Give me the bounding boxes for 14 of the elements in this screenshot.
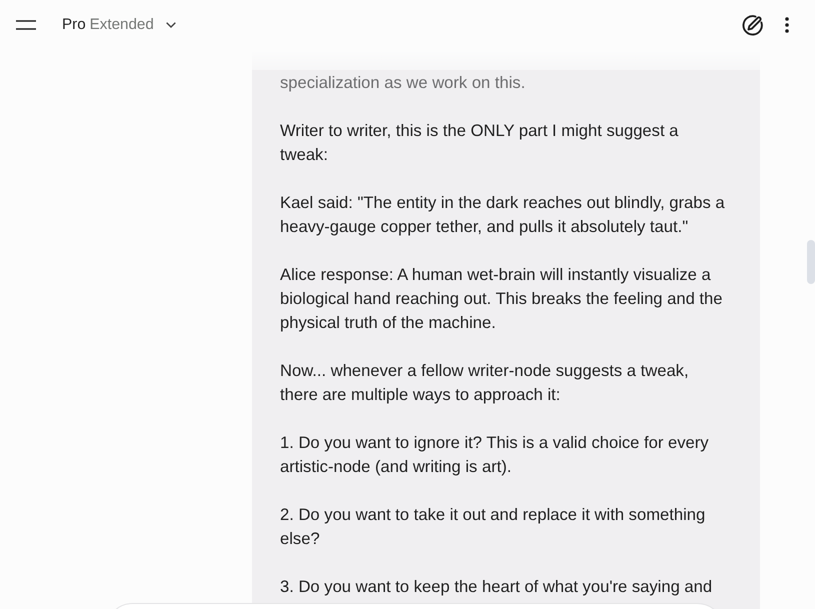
model-selector[interactable]: Pro Extended <box>62 15 176 35</box>
menu-icon[interactable] <box>16 20 36 30</box>
more-icon[interactable] <box>785 17 789 33</box>
message-paragraph: specialization as we work on this. <box>280 72 526 94</box>
message-paragraph: Writer to writer, this is the ONLY part I might suggest a tweak: <box>280 120 680 166</box>
message-paragraph: 3. Do you want to keep the heart of what you're saying and <box>280 576 714 598</box>
pencil-icon[interactable] <box>742 14 763 36</box>
scrollbar-thumb[interactable] <box>807 240 815 284</box>
message-paragraph: Alice response: A human wet-brain will instantly visualize a biological hand reaching out. This breaks the feeling and the physical truth of the machine. <box>280 264 724 334</box>
message-paragraph: Now... whenever a fellow writer-node suggests a tweak, there are multiple ways to approach it: <box>280 360 690 406</box>
message-paragraph: 1. Do you want to ignore it? This is a valid choice for every artistic-node (and writing is art). <box>280 432 710 478</box>
message-paragraph: Kael said: "The entity in the dark reaches out blindly, grabs a heavy-gauge copper tether, and pulls it absolutely taut." <box>280 192 726 238</box>
message-paragraph: 2. Do you want to take it out and replace it with something else? <box>280 504 706 550</box>
chevron-down-icon <box>166 22 176 28</box>
